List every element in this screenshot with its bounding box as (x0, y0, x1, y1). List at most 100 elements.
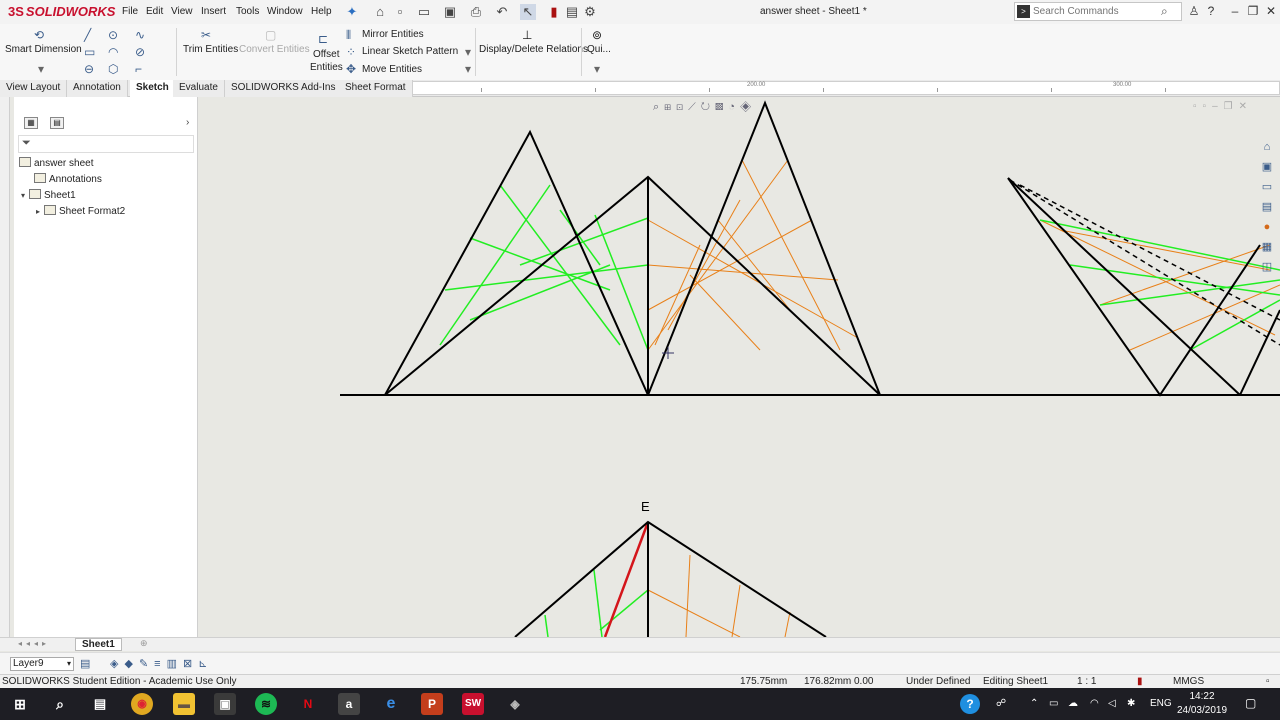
netflix-icon[interactable]: N (297, 693, 319, 715)
offset-entities-button-line2[interactable]: Entities (310, 62, 343, 73)
menu-help[interactable]: Help (311, 6, 332, 17)
rectangle-icon[interactable]: ▭ (84, 45, 95, 59)
line-format-tools[interactable]: ◈◆✎≡▥⊠⊾ (110, 657, 213, 670)
powerpoint-icon[interactable]: P (421, 693, 443, 715)
tab-evaluate[interactable]: Evaluate (173, 80, 225, 97)
fillet-icon[interactable]: ⌐ (135, 62, 142, 76)
hide-edge-icon[interactable]: ▥ (167, 658, 183, 670)
property-manager-icon[interactable]: ▤ (50, 117, 64, 129)
convert-entities-button[interactable]: Convert Entities (239, 44, 310, 55)
solidworks-logo[interactable]: 3S SOLIDWORKS (8, 4, 115, 19)
tab-sheet1[interactable]: Sheet1 (75, 638, 122, 651)
user-icon[interactable]: ♙ (1186, 4, 1202, 18)
windows-start-icon[interactable]: ⊞ (9, 693, 31, 715)
cloud-icon[interactable]: ☁ (1068, 698, 1078, 709)
add-sheet-icon[interactable]: ⊕ (140, 638, 148, 649)
notifications-icon[interactable]: ▢ (1245, 696, 1256, 710)
task-pane-tabs[interactable]: ⌂ ▣ ▭ ▤ ● ▦ ◫ (1257, 137, 1277, 277)
filter-box[interactable]: ⏷ (18, 135, 194, 153)
menu-insert[interactable]: Insert (201, 6, 226, 17)
select-icon[interactable]: ↖ (520, 4, 536, 20)
edge-icon[interactable]: e (380, 693, 402, 715)
minimize-icon[interactable]: – (1227, 4, 1243, 18)
menu-window[interactable]: Window (267, 6, 303, 17)
menu-tools[interactable]: Tools (236, 6, 259, 17)
tab-view-layout[interactable]: View Layout (0, 80, 68, 97)
smart-dimension-button[interactable]: Smart Dimension (5, 44, 82, 55)
search-icon[interactable]: ⌕ (49, 693, 71, 715)
file-explorer-icon[interactable]: ▭ (1257, 177, 1277, 197)
circle-icon[interactable]: ⊙ (108, 28, 118, 42)
tab-sheet-format[interactable]: Sheet Format (339, 80, 413, 97)
spotify-icon[interactable]: ≋ (255, 693, 277, 715)
rebuild-icon[interactable]: ▮ (1137, 676, 1143, 687)
spline-icon[interactable]: ∿ (135, 28, 145, 42)
solidworks-taskbar-icon[interactable]: SW (462, 693, 484, 715)
layer-select[interactable]: Layer9 ▾ (10, 657, 74, 671)
move-entities-button[interactable]: Move Entities (362, 64, 422, 75)
tab-annotation[interactable]: Annotation (67, 80, 128, 97)
line-color-icon[interactable]: ◈ (110, 658, 124, 670)
person-tray-icon[interactable]: ☍ (996, 698, 1006, 709)
trim-entities-button[interactable]: Trim Entities (183, 44, 238, 55)
expand-triangle-icon[interactable]: ▾ (21, 191, 25, 200)
resources-home-icon[interactable]: ⌂ (1257, 137, 1277, 157)
menu-file[interactable]: File (122, 6, 138, 17)
restore-icon[interactable]: ❐ (1245, 4, 1261, 18)
line-icon[interactable]: ╱ (84, 28, 91, 42)
offset-entities-button-line1[interactable]: Offset (313, 49, 340, 60)
chevron-down-icon[interactable]: ▾ (465, 45, 471, 59)
tree-item-annotations[interactable]: Annotations (34, 173, 102, 185)
expand-triangle-icon[interactable]: ▸ (36, 207, 40, 216)
customize-status-icon[interactable]: ▫ (1266, 676, 1270, 687)
search-icon[interactable]: ⌕ (1161, 4, 1168, 19)
appearances-icon[interactable]: ● (1257, 217, 1277, 237)
home-icon[interactable]: ⌂ (372, 4, 388, 20)
layer-properties-icon[interactable]: ▤ (80, 657, 90, 670)
mirror-entities-button[interactable]: Mirror Entities (362, 29, 424, 40)
app-taskbar-icon[interactable]: ◈ (504, 693, 526, 715)
language-indicator[interactable]: ENG (1150, 698, 1172, 709)
wifi-icon[interactable]: ◠ (1090, 698, 1099, 709)
sheet-scale[interactable]: 1 : 1 (1077, 676, 1096, 687)
close-icon[interactable]: ✕ (1263, 4, 1279, 18)
forum-icon[interactable]: ◫ (1257, 257, 1277, 277)
chrome-icon[interactable]: ◉ (131, 693, 153, 715)
battery-icon[interactable]: ▭ (1049, 698, 1058, 709)
menu-view[interactable]: View (171, 6, 193, 17)
menu-edit[interactable]: Edit (146, 6, 163, 17)
tab-solidworks-add-ins[interactable]: SOLIDWORKS Add-Ins (225, 80, 343, 97)
pin-icon[interactable]: ✦ (344, 4, 360, 20)
tree-item-answer-sheet[interactable]: answer sheet (19, 157, 93, 169)
open-folder-icon[interactable]: ▭ (416, 4, 432, 20)
task-view-icon[interactable]: ▤ (89, 693, 111, 715)
options-gear-icon[interactable]: ⚙ (582, 4, 598, 20)
arc-icon[interactable]: ◠ (108, 45, 118, 59)
amazon-icon[interactable]: a (338, 693, 360, 715)
line-thickness-icon[interactable]: ◆ (124, 658, 138, 670)
chevron-down-icon[interactable]: ▾ (594, 62, 600, 76)
tree-item-sheet1[interactable]: ▾ Sheet1 (21, 189, 76, 201)
file-explorer-icon[interactable]: ▬ (173, 693, 195, 715)
color-display-icon[interactable]: ⊠ (183, 658, 198, 670)
file-properties-icon[interactable]: ▤ (564, 4, 580, 20)
traffic-light-icon[interactable]: ▮ (546, 4, 562, 20)
drawing-canvas[interactable]: ⌕⊞⊡⟋↻▩◔◈ ▫▫–❐✕ E ⌂ ▣ ▭ ▤ ● ▦ ◫ (200, 97, 1280, 637)
chevron-down-icon[interactable]: ▾ (465, 62, 471, 76)
search-commands[interactable]: > ⌕ (1014, 2, 1182, 21)
feature-tree-icon[interactable]: ▦ (24, 117, 38, 129)
line-weight-icon[interactable]: ≡ (154, 658, 166, 670)
chevron-down-icon[interactable]: ▾ (38, 62, 44, 76)
unit-system[interactable]: MMGS (1173, 676, 1204, 687)
new-document-icon[interactable]: ▫ (392, 4, 408, 20)
help-icon[interactable]: ? (1203, 4, 1219, 18)
print-icon[interactable]: ⎙ (468, 4, 484, 20)
help-tray-icon[interactable]: ? (960, 694, 980, 714)
custom-properties-icon[interactable]: ▦ (1257, 237, 1277, 257)
polygon-icon[interactable]: ⬡ (108, 62, 118, 76)
tree-item-sheet-format2[interactable]: ▸ Sheet Format2 (36, 205, 125, 217)
sketch-drawing[interactable]: E (200, 97, 1280, 637)
chevron-up-icon[interactable]: ⌃ (1030, 698, 1038, 709)
save-icon[interactable]: ▣ (442, 4, 458, 20)
tab-sketch[interactable]: Sketch (130, 80, 176, 97)
